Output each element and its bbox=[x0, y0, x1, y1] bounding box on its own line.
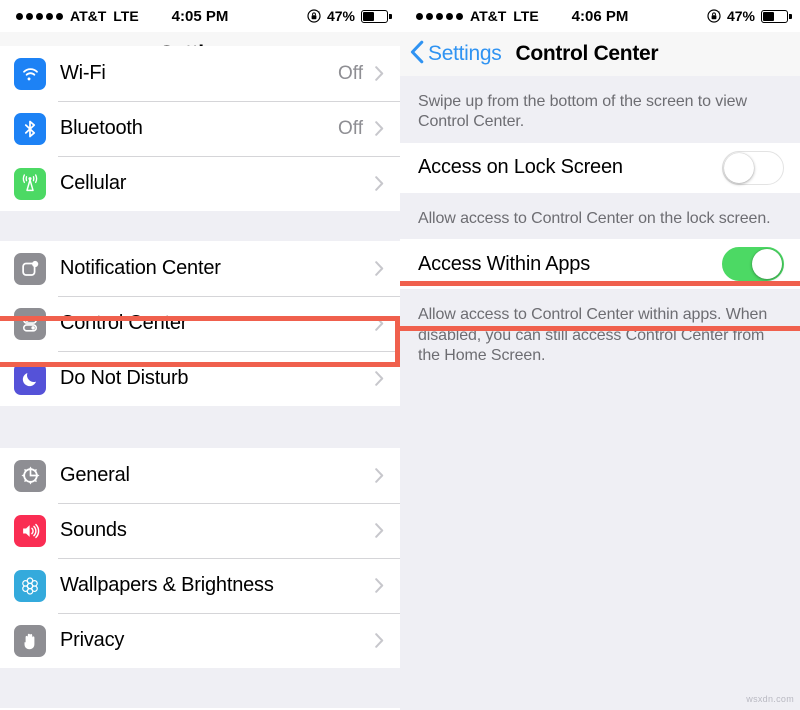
settings-row-accessory: Off bbox=[338, 118, 400, 140]
status-bar-right: 47% bbox=[307, 8, 400, 24]
control-center-settings-body: Swipe up from the bottom of the screen t… bbox=[400, 76, 800, 710]
privacy-icon bbox=[14, 624, 46, 657]
settings-row-do-not-disturb[interactable]: Do Not Disturb bbox=[0, 351, 400, 406]
signal-strength-icon bbox=[16, 12, 63, 20]
bluetooth-icon bbox=[14, 112, 46, 145]
settings-row-value: Off bbox=[338, 117, 363, 139]
settings-row-label: Privacy bbox=[60, 629, 125, 651]
setting-row-access-on-lock-screen[interactable]: Access on Lock Screen bbox=[400, 142, 800, 193]
settings-row-bluetooth[interactable]: Bluetooth Off bbox=[0, 101, 400, 156]
settings-group-notifications: Notification Center Control Center Do No… bbox=[0, 241, 400, 406]
chevron-right-icon bbox=[375, 66, 384, 81]
network-type-label: LTE bbox=[113, 8, 139, 24]
footnote-access-within-apps: Allow access to Control Center within ap… bbox=[418, 306, 768, 365]
network-type-label: LTE bbox=[513, 8, 539, 24]
group-separator bbox=[0, 406, 400, 448]
page-title: Control Center bbox=[515, 42, 659, 65]
right-status-bar: AT&T LTE 4:06 PM 47% bbox=[400, 0, 800, 32]
watermark-label: wsxdn.com bbox=[746, 694, 794, 704]
control-center-icon bbox=[14, 307, 46, 340]
settings-group-connectivity: Wi-Fi Off Bluetooth Off Cellular bbox=[0, 46, 400, 211]
rotation-lock-icon bbox=[707, 9, 721, 23]
settings-row-wifi[interactable]: Wi-Fi Off bbox=[0, 46, 400, 101]
settings-row-label: Cellular bbox=[60, 172, 127, 194]
settings-row-label: Control Center bbox=[60, 312, 188, 334]
dual-screenshot-container: AT&T LTE 4:05 PM 47% Wi-Fi Off Bluetooth… bbox=[0, 0, 800, 710]
settings-row-label: Wi-Fi bbox=[60, 62, 106, 84]
right-nav-bar: Settings Control Center bbox=[400, 32, 800, 76]
settings-row-label: Sounds bbox=[60, 519, 127, 541]
settings-row-wallpapers-brightness[interactable]: Wallpapers & Brightness bbox=[0, 558, 400, 613]
chevron-right-icon bbox=[375, 371, 384, 386]
settings-group-system: General Sounds Wallpapers & Brightness P… bbox=[0, 448, 400, 668]
setting-row-label: Access Within Apps bbox=[418, 252, 591, 275]
wallpaper-icon bbox=[14, 569, 46, 602]
footnote-access-on-lock-screen: Allow access to Control Center on the lo… bbox=[418, 209, 771, 227]
left-phone-screen: AT&T LTE 4:05 PM 47% Wi-Fi Off Bluetooth… bbox=[0, 0, 400, 710]
toggle-knob bbox=[752, 249, 782, 280]
chevron-right-icon bbox=[375, 261, 384, 276]
right-phone-screen: AT&T LTE 4:06 PM 47% Settings Control Ce… bbox=[400, 0, 800, 710]
settings-row-sounds[interactable]: Sounds bbox=[0, 503, 400, 558]
battery-icon bbox=[761, 9, 792, 23]
settings-row-label: Bluetooth bbox=[60, 117, 143, 139]
sounds-icon bbox=[14, 514, 46, 547]
battery-percent-label: 47% bbox=[326, 8, 355, 24]
battery-percent-label: 47% bbox=[726, 8, 755, 24]
signal-strength-icon bbox=[416, 12, 463, 20]
chevron-right-icon bbox=[375, 121, 384, 136]
settings-row-accessory bbox=[375, 261, 400, 276]
settings-row-accessory bbox=[375, 633, 400, 648]
gear-icon bbox=[14, 459, 46, 492]
chevron-right-icon bbox=[375, 578, 384, 593]
settings-row-value: Off bbox=[338, 62, 363, 84]
status-bar-left: AT&T LTE bbox=[0, 8, 139, 24]
access-within-apps-toggle[interactable] bbox=[722, 247, 784, 282]
status-bar-left: AT&T LTE bbox=[400, 8, 539, 24]
settings-row-accessory: Off bbox=[338, 63, 400, 85]
settings-row-label: Do Not Disturb bbox=[60, 367, 189, 389]
settings-row-accessory bbox=[375, 523, 400, 538]
carrier-label: AT&T bbox=[70, 8, 107, 24]
status-bar-right: 47% bbox=[707, 8, 800, 24]
intro-footnote: Swipe up from the bottom of the screen t… bbox=[418, 93, 747, 131]
settings-row-accessory bbox=[375, 371, 400, 386]
settings-row-control-center[interactable]: Control Center bbox=[0, 296, 400, 351]
chevron-left-icon bbox=[410, 40, 424, 69]
wifi-icon bbox=[14, 57, 46, 90]
settings-row-privacy[interactable]: Privacy bbox=[0, 613, 400, 668]
chevron-right-icon bbox=[375, 633, 384, 648]
chevron-right-icon bbox=[375, 523, 384, 538]
settings-row-label: Wallpapers & Brightness bbox=[60, 574, 274, 596]
group-separator bbox=[0, 211, 400, 241]
notification-center-icon bbox=[14, 252, 46, 285]
settings-row-accessory bbox=[375, 578, 400, 593]
settings-row-label: General bbox=[60, 464, 130, 486]
battery-icon bbox=[361, 9, 392, 23]
settings-row-cellular[interactable]: Cellular bbox=[0, 156, 400, 211]
settings-row-accessory bbox=[375, 468, 400, 483]
back-button-label: Settings bbox=[428, 42, 502, 65]
setting-row-label: Access on Lock Screen bbox=[418, 156, 623, 179]
setting-row-access-within-apps[interactable]: Access Within Apps bbox=[400, 239, 800, 290]
access-on-lock-screen-toggle[interactable] bbox=[722, 150, 784, 185]
settings-row-label: Notification Center bbox=[60, 257, 221, 279]
chevron-right-icon bbox=[375, 316, 384, 331]
list-bottom-filler bbox=[0, 668, 400, 708]
cellular-icon bbox=[14, 167, 46, 200]
do-not-disturb-icon bbox=[14, 362, 46, 395]
carrier-label: AT&T bbox=[470, 8, 507, 24]
back-button[interactable]: Settings bbox=[400, 40, 502, 69]
settings-row-accessory bbox=[363, 176, 400, 191]
settings-row-accessory bbox=[375, 316, 400, 331]
settings-row-notification-center[interactable]: Notification Center bbox=[0, 241, 400, 296]
toggle-knob bbox=[724, 152, 754, 183]
settings-row-general[interactable]: General bbox=[0, 448, 400, 503]
chevron-right-icon bbox=[375, 468, 384, 483]
left-status-bar: AT&T LTE 4:05 PM 47% bbox=[0, 0, 400, 32]
rotation-lock-icon bbox=[307, 9, 321, 23]
chevron-right-icon bbox=[375, 176, 384, 191]
